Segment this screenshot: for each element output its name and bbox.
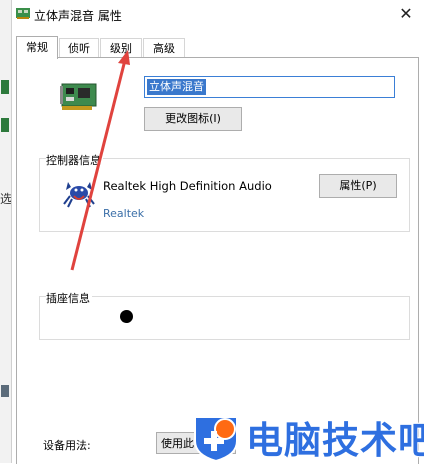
device-name-value: 立体声混音 <box>147 79 206 95</box>
background-device-icon <box>1 385 9 397</box>
controller-name: Realtek High Definition Audio <box>103 179 272 193</box>
tab-advanced[interactable]: 高级 <box>143 38 185 59</box>
background-device-icon <box>1 118 9 132</box>
window-title: 立体声混音 属性 <box>34 9 122 23</box>
controller-info-label: 控制器信息 <box>46 152 103 168</box>
device-name-input[interactable]: 立体声混音 <box>144 76 395 98</box>
controller-properties-button[interactable]: 属性(P) <box>319 174 397 198</box>
tab-levels[interactable]: 级别 <box>100 38 142 59</box>
jack-info-group <box>39 296 410 340</box>
jack-info-label: 插座信息 <box>46 290 92 306</box>
tab-general[interactable]: 常规 <box>16 36 58 59</box>
controller-vendor: Realtek <box>103 207 145 220</box>
close-icon[interactable]: ✕ <box>395 3 417 25</box>
properties-window: 立体声混音 属性 ✕ 常规 侦听 级别 高级 立体声混音 更改图标(I) 控制器… <box>11 0 424 464</box>
watermark-logo-icon <box>194 416 238 463</box>
device-usage-label: 设备用法: <box>43 439 91 452</box>
tab-listen[interactable]: 侦听 <box>59 38 99 59</box>
title-bar: 立体声混音 属性 ✕ <box>12 0 424 28</box>
sound-card-icon <box>60 83 97 110</box>
cursor-dot <box>120 310 133 323</box>
realtek-crab-icon <box>63 182 95 208</box>
watermark-text: 电脑技术吧 <box>246 419 424 462</box>
speaker-app-icon <box>16 8 30 19</box>
background-device-icon <box>1 80 9 94</box>
change-icon-button[interactable]: 更改图标(I) <box>144 107 242 131</box>
